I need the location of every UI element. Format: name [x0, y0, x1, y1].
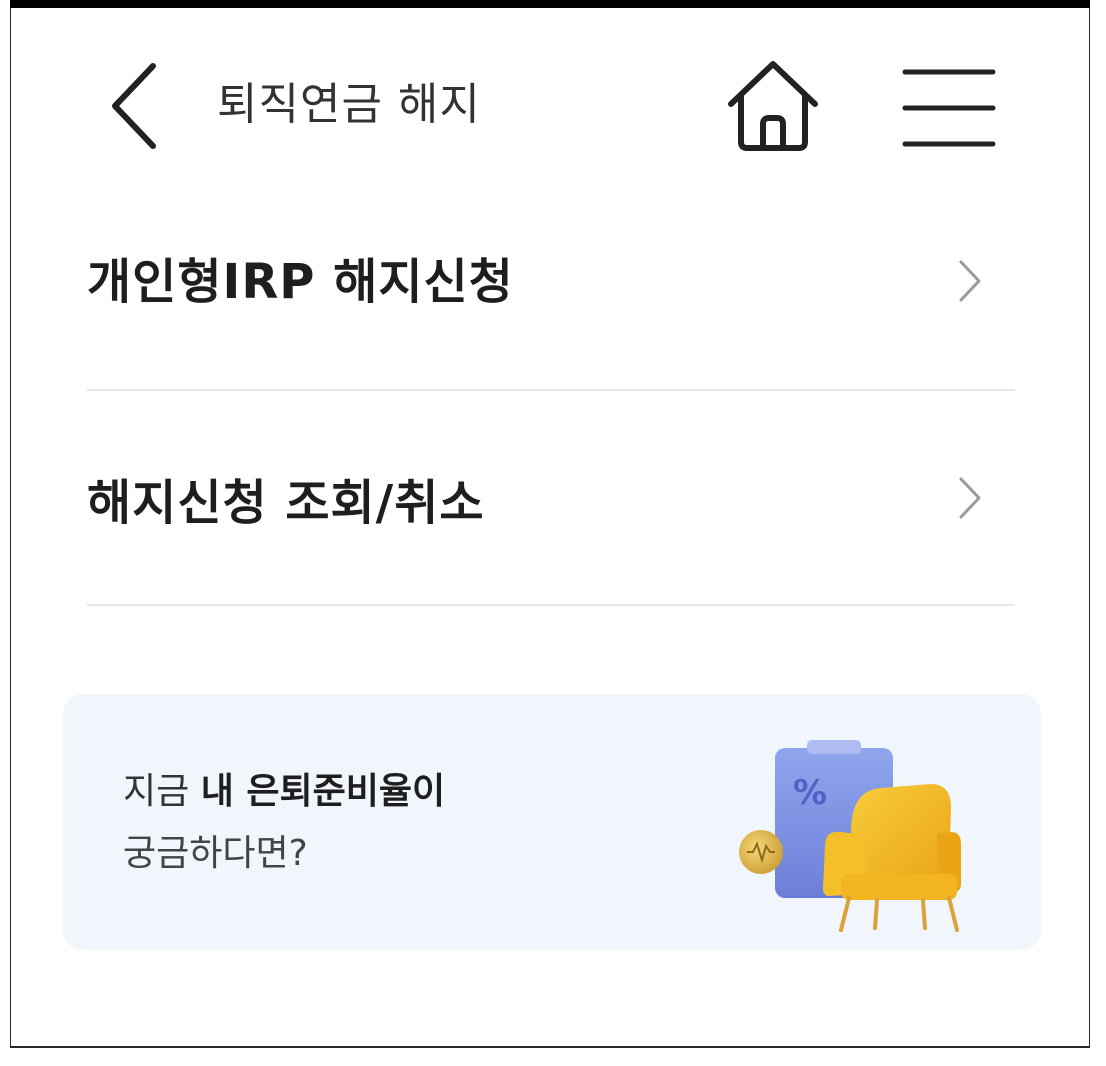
chevron-right-icon [959, 260, 981, 302]
clipboard-clip [807, 740, 861, 754]
banner-line-2: 궁금하다면? [123, 833, 308, 874]
banner-line-1: 지금 내 은퇴준비율이 [123, 762, 445, 814]
hamburger-menu-icon [902, 69, 996, 147]
back-button[interactable] [103, 58, 167, 154]
home-button[interactable] [723, 58, 823, 154]
menu-item-termination-inquiry[interactable]: 해지신청 조회/취소 [87, 391, 1015, 606]
percent-symbol: % [793, 773, 827, 813]
banner-line-1-bold: 내 은퇴준비율이 [200, 771, 446, 812]
chevron-right-icon [959, 477, 981, 519]
header: 퇴직연금 해지 [11, 16, 1089, 176]
menu-item-irp-termination[interactable]: 개인형IRP 해지신청 [87, 176, 1015, 391]
coin-shape [739, 830, 783, 874]
menu-button[interactable] [899, 64, 999, 152]
banner-illustration: % [739, 740, 961, 932]
banner-line-1-prefix: 지금 [123, 771, 201, 812]
armchair-seat [841, 874, 957, 900]
app-screen: 퇴직연금 해지 개인형IRP 해지신청 해지신청 조회/취소 지금 내 은퇴준비… [10, 8, 1090, 1048]
page-title: 퇴직연금 해지 [217, 79, 481, 130]
menu-list: 개인형IRP 해지신청 해지신청 조회/취소 [87, 176, 1015, 606]
menu-item-label: 개인형IRP 해지신청 [87, 254, 514, 310]
retirement-readiness-banner[interactable]: 지금 내 은퇴준비율이 궁금하다면? % [63, 694, 1041, 950]
home-icon [728, 61, 818, 151]
armchair-back [851, 784, 951, 880]
menu-item-label: 해지신청 조회/취소 [87, 475, 485, 531]
chevron-left-icon [112, 63, 156, 149]
